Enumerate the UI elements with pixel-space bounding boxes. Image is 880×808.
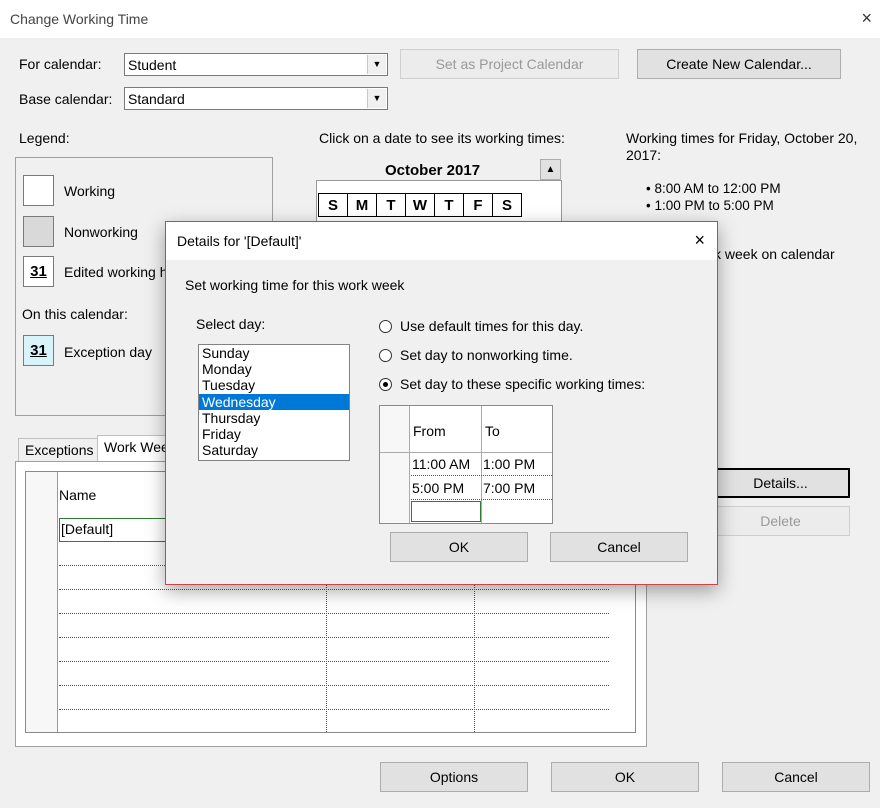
window-title: Change Working Time xyxy=(10,11,149,27)
working-time-item: • 1:00 PM to 5:00 PM xyxy=(646,198,774,213)
time-to[interactable]: 7:00 PM xyxy=(483,480,535,496)
details-dialog: Details for '[Default]' × Set working ti… xyxy=(165,221,718,585)
on-this-calendar-label: On this calendar: xyxy=(22,306,128,322)
weekday-header: S M T W T F S xyxy=(318,193,522,217)
for-calendar-value: Student xyxy=(128,57,177,73)
radio-nonworking-label: Set day to nonworking time. xyxy=(400,347,573,363)
time-from[interactable]: 5:00 PM xyxy=(412,480,464,496)
calendar-instruction: Click on a date to see its working times… xyxy=(319,130,565,146)
dialog-cancel-button[interactable]: Cancel xyxy=(550,532,688,562)
day-item-friday[interactable]: Friday xyxy=(199,426,349,442)
radio-specific-label: Set day to these specific working times: xyxy=(400,376,646,392)
dialog-title: Details for '[Default]' xyxy=(177,233,302,249)
time-from[interactable]: 11:00 AM xyxy=(412,456,470,472)
time-row[interactable]: 5:00 PM 7:00 PM xyxy=(411,477,552,500)
delete-button[interactable]: Delete xyxy=(711,506,850,536)
legend-title: Legend: xyxy=(19,130,70,146)
working-swatch xyxy=(23,175,54,206)
close-icon[interactable]: × xyxy=(694,230,705,251)
weekday-fri: F xyxy=(463,193,493,217)
day-item-monday[interactable]: Monday xyxy=(199,361,349,377)
options-button[interactable]: Options xyxy=(380,762,528,792)
new-time-cell[interactable] xyxy=(411,501,481,522)
day-listbox[interactable]: Sunday Monday Tuesday Wednesday Thursday… xyxy=(198,344,350,461)
nonworking-swatch xyxy=(23,216,54,247)
row-name-default: [Default] xyxy=(61,521,114,537)
details-button[interactable]: Details... xyxy=(711,468,850,498)
table-row[interactable] xyxy=(59,686,609,710)
for-calendar-label: For calendar: xyxy=(19,56,102,72)
scroll-up-icon[interactable]: ▲ xyxy=(540,159,561,180)
row-header-column xyxy=(380,406,410,523)
table-row[interactable]: [Default] xyxy=(59,518,169,542)
calendar-month: October 2017 xyxy=(385,162,481,179)
close-icon[interactable]: × xyxy=(861,8,872,29)
weekday-tue: T xyxy=(376,193,406,217)
create-new-calendar-button[interactable]: Create New Calendar... xyxy=(637,49,841,79)
legend-working: Working xyxy=(64,183,116,199)
weekday-sat: S xyxy=(492,193,522,217)
radio-specific-times[interactable]: Set day to these specific working times: xyxy=(379,376,645,392)
table-row[interactable] xyxy=(59,614,609,638)
radio-circle[interactable] xyxy=(379,349,392,362)
chevron-down-icon[interactable]: ▼ xyxy=(367,89,386,108)
for-calendar-select[interactable]: Student ▼ xyxy=(124,53,388,76)
cancel-button[interactable]: Cancel xyxy=(722,762,870,792)
ok-button[interactable]: OK xyxy=(551,762,699,792)
weekday-wed: W xyxy=(405,193,435,217)
radio-nonworking[interactable]: Set day to nonworking time. xyxy=(379,347,573,363)
base-calendar-label: Base calendar: xyxy=(19,91,113,107)
table-row[interactable] xyxy=(59,590,609,614)
exception-swatch: 31 xyxy=(23,335,54,366)
day-item-sunday[interactable]: Sunday xyxy=(199,345,349,361)
window-title-bar: Change Working Time × xyxy=(0,0,880,38)
day-item-tuesday[interactable]: Tuesday xyxy=(199,377,349,393)
radio-default-times[interactable]: Use default times for this day. xyxy=(379,318,583,334)
legend-nonworking: Nonworking xyxy=(64,224,138,240)
working-times-grid[interactable]: From To 11:00 AM 1:00 PM 5:00 PM 7:00 PM xyxy=(379,405,553,524)
weekday-mon: M xyxy=(347,193,377,217)
day-item-saturday[interactable]: Saturday xyxy=(199,442,349,458)
legend-exception: Exception day xyxy=(64,344,152,360)
work-week-note: k week on calendar xyxy=(714,246,835,262)
day-item-wednesday[interactable]: Wednesday xyxy=(199,393,349,410)
working-time-item: • 8:00 AM to 12:00 PM xyxy=(646,181,781,196)
base-calendar-value: Standard xyxy=(128,91,185,107)
weekday-thu: T xyxy=(434,193,464,217)
to-column-header: To xyxy=(485,423,500,439)
from-column-header: From xyxy=(413,423,446,439)
time-to[interactable]: 1:00 PM xyxy=(483,456,535,472)
base-calendar-select[interactable]: Standard ▼ xyxy=(124,87,388,110)
name-column-header: Name xyxy=(59,487,97,503)
chevron-down-icon[interactable]: ▼ xyxy=(367,55,386,74)
working-times-heading: Working times for Friday, October 20, 20… xyxy=(626,130,858,163)
table-row[interactable] xyxy=(59,662,609,686)
table-row[interactable] xyxy=(59,638,609,662)
radio-default-label: Use default times for this day. xyxy=(400,318,584,334)
select-day-label: Select day: xyxy=(196,316,266,332)
dialog-subtitle: Set working time for this work week xyxy=(185,277,405,293)
radio-circle-selected[interactable] xyxy=(379,378,392,391)
radio-circle[interactable] xyxy=(379,320,392,333)
dialog-ok-button[interactable]: OK xyxy=(390,532,528,562)
weekday-sun: S xyxy=(318,193,348,217)
set-as-project-calendar-button[interactable]: Set as Project Calendar xyxy=(400,49,619,79)
day-item-thursday[interactable]: Thursday xyxy=(199,410,349,426)
edited-swatch: 31 xyxy=(23,256,54,287)
tab-exceptions[interactable]: Exceptions xyxy=(18,438,101,462)
dialog-title-bar: Details for '[Default]' × xyxy=(166,222,717,260)
row-header-column xyxy=(26,472,58,732)
working-times-list: • 8:00 AM to 12:00 PM • 1:00 PM to 5:00 … xyxy=(646,180,781,214)
time-row[interactable]: 11:00 AM 1:00 PM xyxy=(411,453,552,476)
